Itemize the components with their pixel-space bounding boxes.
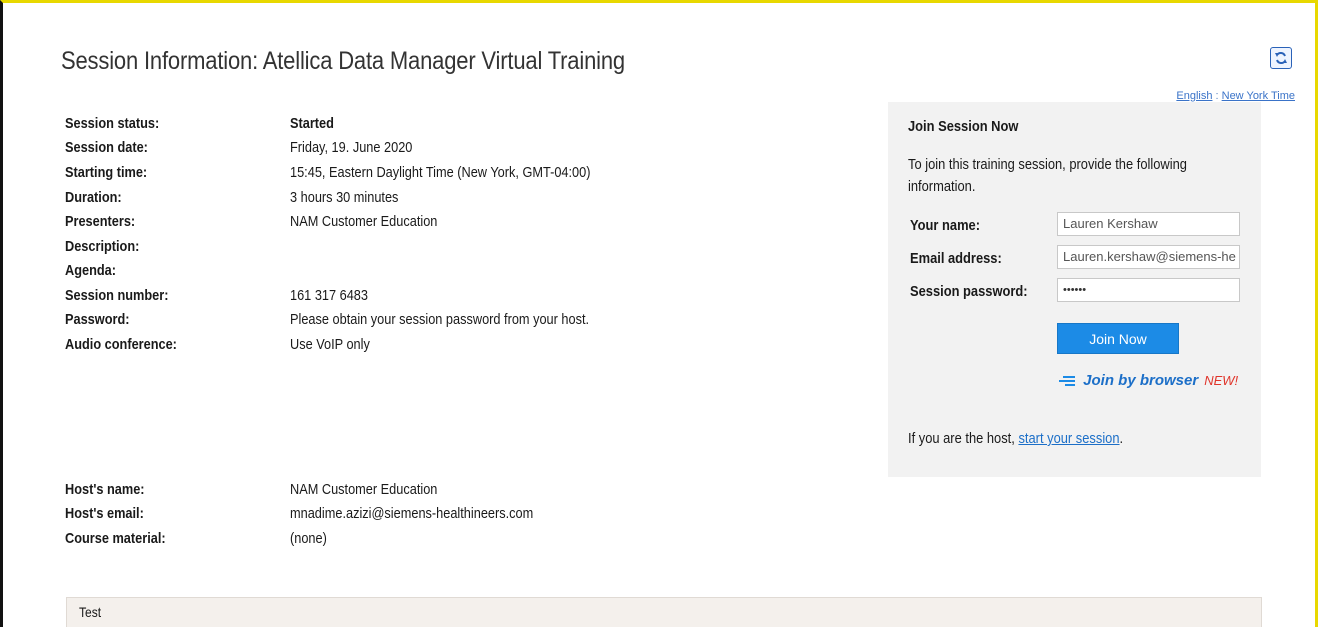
join-panel-title: Join Session Now bbox=[908, 118, 1019, 135]
page-frame: Session Information: Atellica Data Manag… bbox=[0, 0, 1318, 627]
info-label: Course material: bbox=[65, 530, 166, 547]
refresh-icon[interactable] bbox=[1270, 47, 1292, 69]
info-label: Description: bbox=[65, 238, 140, 255]
host-suffix-text: . bbox=[1119, 430, 1124, 447]
email-input[interactable]: Lauren.kershaw@siemens-he bbox=[1057, 245, 1240, 269]
info-value: Please obtain your session password from… bbox=[290, 311, 590, 328]
info-label: Audio conference: bbox=[65, 336, 177, 353]
info-value: 15:45, Eastern Daylight Time (New York, … bbox=[290, 164, 591, 181]
test-section: Test bbox=[66, 597, 1262, 627]
email-label: Email address: bbox=[910, 250, 1002, 267]
timezone-link[interactable]: New York Time bbox=[1222, 90, 1295, 102]
join-session-panel: Join Session Now To join this training s… bbox=[888, 102, 1261, 477]
info-value: Use VoIP only bbox=[290, 336, 370, 353]
info-value: 161 317 6483 bbox=[290, 287, 369, 304]
info-value: (none) bbox=[290, 530, 327, 547]
host-prefix-text: If you are the host, bbox=[908, 430, 1019, 447]
page-title: Session Information: Atellica Data Manag… bbox=[61, 47, 625, 75]
password-label: Session password: bbox=[910, 283, 1028, 300]
info-label: Session status: bbox=[65, 115, 160, 132]
join-panel-description: To join this training session, provide t… bbox=[908, 156, 1187, 195]
info-label: Agenda: bbox=[65, 262, 116, 279]
new-badge: NEW! bbox=[1204, 373, 1239, 388]
browser-lines-icon bbox=[1056, 372, 1080, 389]
start-session-link[interactable]: start your session bbox=[1018, 430, 1119, 447]
info-value: Friday, 19. June 2020 bbox=[290, 139, 413, 156]
name-label: Your name: bbox=[910, 217, 981, 234]
host-start-line: If you are the host, start your session. bbox=[908, 430, 1123, 447]
info-value: NAM Customer Education bbox=[290, 213, 438, 230]
info-label: Password: bbox=[65, 311, 130, 328]
info-label: Duration: bbox=[65, 189, 122, 206]
info-label: Starting time: bbox=[65, 164, 148, 181]
info-value: 3 hours 30 minutes bbox=[290, 189, 399, 206]
name-input[interactable]: Lauren Kershaw bbox=[1057, 212, 1240, 236]
info-label: Host's email: bbox=[65, 505, 144, 522]
info-label: Presenters: bbox=[65, 213, 136, 230]
join-now-button[interactable]: Join Now bbox=[1057, 323, 1179, 354]
language-timezone-links: English : New York Time bbox=[1176, 90, 1295, 102]
info-label: Session date: bbox=[65, 139, 148, 156]
join-by-browser-text[interactable]: Join by browser bbox=[1083, 372, 1198, 389]
language-link[interactable]: English bbox=[1176, 90, 1212, 102]
join-by-browser-link[interactable]: Join by browser NEW! bbox=[1056, 372, 1238, 389]
info-value: Started bbox=[290, 115, 334, 132]
password-input[interactable]: •••••• bbox=[1057, 278, 1240, 302]
info-value: NAM Customer Education bbox=[290, 481, 438, 498]
info-label: Session number: bbox=[65, 287, 169, 304]
info-label: Host's name: bbox=[65, 481, 145, 498]
test-section-label: Test bbox=[79, 604, 102, 620]
info-value: mnadime.azizi@siemens-healthineers.com bbox=[290, 505, 534, 522]
link-separator: : bbox=[1212, 90, 1222, 102]
